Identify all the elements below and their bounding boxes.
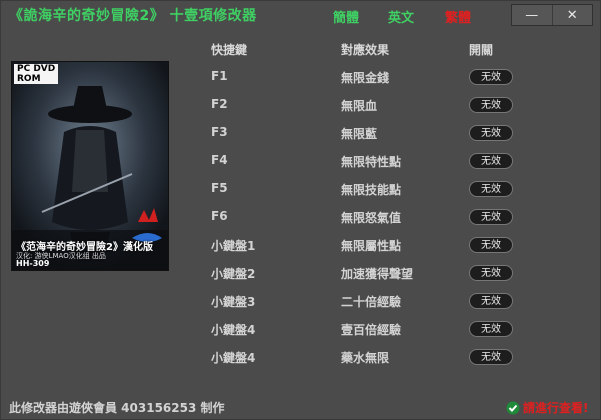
- trainer-window: 《詭海辛的奇妙冒險2》 十壹項修改器 簡體 英文 繁體 — ✕ PC DVD R…: [0, 0, 601, 420]
- minimize-icon: —: [525, 7, 539, 23]
- checkmark-icon: [506, 401, 520, 415]
- cheat-effect: 二十倍經驗: [341, 295, 402, 309]
- cheat-effect: 無限技能點: [341, 183, 402, 197]
- close-button[interactable]: ✕: [551, 5, 593, 25]
- header-toggle: 開關: [469, 43, 494, 57]
- lang-simplified-button[interactable]: 簡體: [333, 7, 359, 26]
- cheat-effect: 無限血: [341, 99, 378, 113]
- cheat-toggle-button[interactable]: 无效: [469, 97, 513, 113]
- lang-traditional-button[interactable]: 繁體: [445, 7, 471, 26]
- window-title: 《詭海辛的奇妙冒險2》 十壹項修改器: [9, 8, 257, 24]
- cheat-effect: 壹百倍經驗: [341, 323, 402, 337]
- cheat-toggle-button[interactable]: 无效: [469, 237, 513, 253]
- cheat-hotkey: F6: [211, 209, 228, 223]
- header-effect: 對應效果: [341, 43, 390, 57]
- cheat-hotkey: 小鍵盤4: [211, 351, 256, 365]
- window-controls: — ✕: [511, 4, 593, 26]
- header-hotkey: 快捷鍵: [211, 43, 248, 57]
- cheat-hotkey: F2: [211, 97, 228, 111]
- cheat-hotkey: 小鍵盤3: [211, 295, 256, 309]
- cheat-hotkey: 小鍵盤2: [211, 267, 256, 281]
- cheat-effect: 無限藍: [341, 127, 378, 141]
- cheat-toggle-button[interactable]: 无效: [469, 293, 513, 309]
- cheat-toggle-button[interactable]: 无效: [469, 153, 513, 169]
- cheat-hotkey: 小鍵盤1: [211, 239, 256, 253]
- pc-dvd-badge: PC DVD ROM: [14, 64, 58, 84]
- close-icon: ✕: [566, 7, 578, 23]
- cheat-effect: 無限怒氣值: [341, 211, 402, 225]
- cheat-effect: 無限特性點: [341, 155, 402, 169]
- cheat-toggle-button[interactable]: 无效: [469, 125, 513, 141]
- cheat-toggle-button[interactable]: 无效: [469, 209, 513, 225]
- cheat-toggle-button[interactable]: 无效: [469, 321, 513, 337]
- cover-code: HH-309: [16, 259, 50, 268]
- footer-link-label: 請進行查看!: [523, 401, 589, 415]
- cheat-hotkey: F1: [211, 69, 228, 83]
- cheat-toggle-button[interactable]: 无效: [469, 181, 513, 197]
- cheat-hotkey: F3: [211, 125, 228, 139]
- cheat-hotkey: F4: [211, 153, 228, 167]
- game-cover-image: PC DVD ROM 《范海辛的奇妙冒險2》漢化版 汉化: 游侠LMAO汉化组 …: [11, 61, 169, 271]
- cheat-hotkey: F5: [211, 181, 228, 195]
- footer-link[interactable]: 請進行查看!: [506, 399, 588, 416]
- cheat-effect: 無限金錢: [341, 71, 390, 85]
- cheat-toggle-button[interactable]: 无效: [469, 349, 513, 365]
- cheat-toggle-button[interactable]: 无效: [469, 69, 513, 85]
- minimize-button[interactable]: —: [512, 5, 552, 25]
- cheat-effect: 加速獲得聲望: [341, 267, 414, 281]
- cheat-toggle-button[interactable]: 无效: [469, 265, 513, 281]
- cheat-effect: 無限屬性點: [341, 239, 402, 253]
- cheat-hotkey: 小鍵盤4: [211, 323, 256, 337]
- cheat-effect: 藥水無限: [341, 351, 390, 365]
- lang-english-button[interactable]: 英文: [388, 7, 414, 26]
- footer-credit: 此修改器由遊俠會員 403156253 制作: [9, 401, 225, 415]
